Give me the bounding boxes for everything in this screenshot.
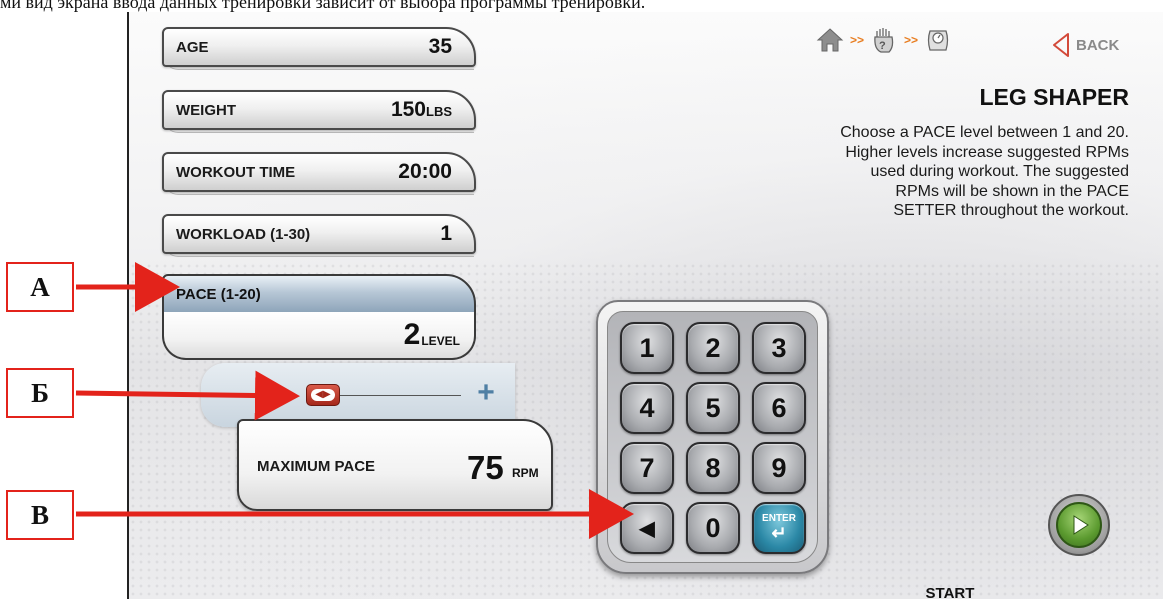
workout-time-value: 20:00 [398, 160, 452, 183]
age-field[interactable]: AGE 35 [162, 27, 476, 67]
start-button[interactable] [1048, 494, 1110, 556]
maximum-pace-label: MAXIMUM PACE [257, 458, 376, 475]
key-3[interactable]: 3 [752, 322, 806, 374]
key-9[interactable]: 9 [752, 442, 806, 494]
scale-icon[interactable] [923, 25, 953, 55]
key-4[interactable]: 4 [620, 382, 674, 434]
double-arrow-icon: ◀▶ [311, 389, 335, 401]
weight-number: 150 [390, 98, 426, 121]
key-5[interactable]: 5 [686, 382, 740, 434]
workout-select-icon[interactable]: ? [869, 25, 899, 55]
program-title: LEG SHAPER [979, 84, 1129, 110]
age-label: AGE [176, 38, 209, 56]
start-label: START [925, 585, 975, 599]
plus-icon[interactable]: + [471, 378, 501, 408]
key-0[interactable]: 0 [686, 502, 740, 554]
key-7[interactable]: 7 [620, 442, 674, 494]
workout-time-label: WORKOUT TIME [176, 163, 296, 181]
return-arrow-icon: ↵ [771, 523, 787, 543]
program-description-line: RPMs will be shown in the PACE [895, 182, 1129, 200]
maximum-pace-value: 75 [467, 449, 504, 486]
numeric-keypad: 1 2 3 4 5 6 7 8 9 ◀ 0 ENTER ↵ [596, 300, 829, 574]
document-caption: ми вид экрана ввода данных тренировки за… [0, 0, 646, 12]
enter-key[interactable]: ENTER ↵ [752, 502, 806, 554]
pace-value-panel: 2 LEVEL [162, 312, 476, 360]
program-description-line: Choose a PACE level between 1 and 20. [840, 124, 1129, 141]
pace-field[interactable]: PACE (1-20) [162, 274, 476, 314]
marker-b: Б [6, 368, 74, 418]
weight-label: WEIGHT [176, 101, 236, 119]
back-arrow-icon [1053, 33, 1069, 57]
key-6[interactable]: 6 [752, 382, 806, 434]
breadcrumb-separator: >> [904, 33, 919, 47]
program-description-line: used during workout. The suggested [870, 163, 1129, 180]
workload-value: 1 [440, 222, 452, 245]
weight-unit: LBS [426, 104, 452, 119]
back-label: BACK [1076, 36, 1120, 54]
breadcrumb-separator: >> [850, 33, 865, 47]
pace-label: PACE (1-20) [176, 285, 261, 303]
pace-slider-panel: ◀▶ + [201, 363, 515, 427]
marker-v: В [6, 490, 74, 540]
maximum-pace-unit: RPM [512, 466, 539, 480]
pace-value: 2 [403, 318, 421, 351]
backspace-key[interactable]: ◀ [620, 502, 674, 554]
console-screen: AGE 35 WEIGHT 150LBS WORKOUT TIME 20:00 … [127, 12, 1163, 599]
program-description: Choose a PACE level between 1 and 20. Hi… [749, 123, 1129, 221]
breadcrumb: >> ? >> [815, 25, 953, 55]
key-8[interactable]: 8 [686, 442, 740, 494]
home-icon[interactable] [815, 25, 845, 55]
play-icon [1056, 502, 1102, 548]
workload-label: WORKLOAD (1-30) [176, 225, 311, 243]
back-button[interactable]: BACK [1050, 32, 1119, 58]
pace-unit: LEVEL [421, 334, 460, 348]
marker-a: А [6, 262, 74, 312]
key-2[interactable]: 2 [686, 322, 740, 374]
pace-slider-handle[interactable]: ◀▶ [306, 384, 340, 406]
maximum-pace-panel: MAXIMUM PACE 75 RPM [237, 419, 553, 511]
workload-field[interactable]: WORKLOAD (1-30) 1 [162, 214, 476, 254]
program-description-line: Higher levels increase suggested RPMs [845, 143, 1129, 161]
workout-time-field[interactable]: WORKOUT TIME 20:00 [162, 152, 476, 192]
weight-field[interactable]: WEIGHT 150LBS [162, 90, 476, 130]
key-1[interactable]: 1 [620, 322, 674, 374]
keypad-face: 1 2 3 4 5 6 7 8 9 ◀ 0 ENTER ↵ [607, 311, 818, 563]
weight-value: 150LBS [391, 98, 452, 122]
age-value: 35 [428, 35, 452, 58]
program-description-line: SETTER throughout the workout. [893, 202, 1129, 219]
svg-text:?: ? [879, 40, 886, 52]
